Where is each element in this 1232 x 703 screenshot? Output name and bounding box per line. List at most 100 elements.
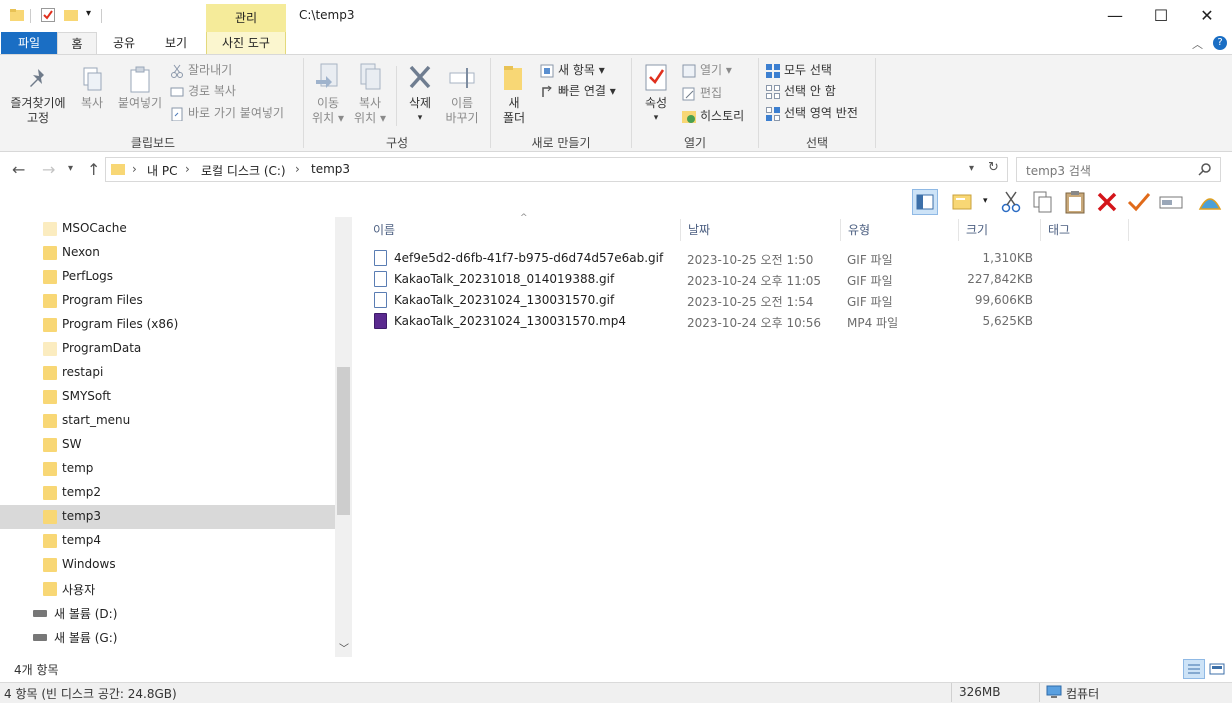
breadcrumb-separator-icon[interactable]: ›	[295, 162, 300, 176]
scroll-down-icon[interactable]: ﹀	[339, 640, 349, 655]
nav-item[interactable]: start_menu	[0, 409, 335, 433]
help-icon[interactable]: ?	[1213, 36, 1227, 50]
nav-item[interactable]: ProgramData	[0, 337, 335, 361]
copy-to-button[interactable]: 복사 위치 ▾	[350, 62, 390, 126]
details-view-icon[interactable]	[1183, 659, 1205, 679]
paste-button[interactable]: 붙여넣기	[113, 66, 167, 111]
forward-icon[interactable]: →	[42, 160, 55, 179]
large-icons-view-icon[interactable]	[1208, 660, 1226, 678]
column-separator[interactable]	[840, 219, 841, 241]
search-icon[interactable]	[1198, 162, 1212, 176]
rename-button[interactable]: 이름 바꾸기	[441, 62, 483, 126]
nav-item[interactable]: Nexon	[0, 241, 335, 265]
address-history-chevron-icon[interactable]: ▾	[969, 163, 974, 174]
rename-toolbar-icon[interactable]	[1158, 189, 1184, 215]
file-size: 1,310KB	[982, 251, 1033, 265]
nav-item[interactable]: Windows	[0, 553, 335, 577]
breadcrumb-separator-icon[interactable]: ›	[132, 162, 137, 176]
cut-toolbar-icon[interactable]	[998, 189, 1024, 215]
nav-item[interactable]: temp	[0, 457, 335, 481]
delete-toolbar-icon[interactable]	[1094, 189, 1120, 215]
minimize-button[interactable]: —	[1092, 0, 1138, 32]
nav-item-label: PerfLogs	[62, 269, 114, 283]
nav-item[interactable]: PerfLogs	[0, 265, 335, 289]
nav-item[interactable]: SMYSoft	[0, 385, 335, 409]
new-folder-button[interactable]: 새 폴더	[496, 62, 532, 126]
edit-button[interactable]: 편집	[682, 83, 722, 103]
nav-item[interactable]: restapi	[0, 361, 335, 385]
tab-home[interactable]: 홈	[57, 32, 97, 54]
file-row[interactable]: KakaoTalk_20231018_014019388.gif 2023-10-…	[370, 269, 1140, 290]
up-icon[interactable]: ↑	[87, 160, 100, 179]
view-options-chevron-icon[interactable]: ▾	[983, 196, 988, 206]
nav-scrollbar-thumb[interactable]	[337, 367, 350, 515]
file-row[interactable]: KakaoTalk_20231024_130031570.gif 2023-10-…	[370, 290, 1140, 311]
properties-toolbar-icon[interactable]	[1126, 189, 1152, 215]
properties-chevron-icon[interactable]: ▾	[637, 111, 675, 126]
tab-file[interactable]: 파일	[1, 32, 57, 54]
nav-item[interactable]: 새 볼륨 (D:)	[0, 601, 335, 625]
column-separator[interactable]	[1128, 219, 1129, 241]
nav-item[interactable]: Program Files (x86)	[0, 313, 335, 337]
nav-item[interactable]: temp4	[0, 529, 335, 553]
copy-path-button[interactable]: 경로 복사	[170, 81, 236, 101]
column-header-type[interactable]: 유형	[848, 217, 870, 243]
column-separator[interactable]	[958, 219, 959, 241]
title-bar	[0, 0, 1232, 32]
open-button[interactable]: 열기 ▾	[682, 60, 732, 80]
preview-pane-icon[interactable]	[912, 189, 938, 215]
breadcrumb-separator-icon[interactable]: ›	[185, 162, 190, 176]
delete-chevron-icon[interactable]: ▾	[402, 111, 438, 126]
back-icon[interactable]: ←	[12, 160, 25, 179]
column-header-date[interactable]: 날짜	[688, 217, 710, 243]
copy-toolbar-icon[interactable]	[1030, 189, 1056, 215]
breadcrumb-local-disk[interactable]: 로컬 디스크 (C:)	[201, 162, 286, 179]
nav-item[interactable]: temp3	[0, 505, 335, 529]
breadcrumb-temp3[interactable]: temp3	[311, 162, 350, 176]
properties-qa-icon[interactable]	[41, 8, 55, 22]
column-header-name[interactable]: 이름	[373, 217, 395, 243]
recent-locations-chevron-icon[interactable]: ▾	[68, 163, 73, 174]
invert-selection-button[interactable]: 선택 영역 반전	[766, 103, 858, 123]
history-button[interactable]: 히스토리	[682, 106, 744, 126]
paste-toolbar-icon[interactable]	[1062, 189, 1088, 215]
column-separator[interactable]	[1040, 219, 1041, 241]
column-header-size[interactable]: 크기	[966, 217, 988, 243]
customize-qa-chevron-icon[interactable]: ▾	[86, 8, 91, 19]
nav-item[interactable]: 새 볼륨 (G:)	[0, 625, 335, 649]
close-button[interactable]: ✕	[1184, 0, 1230, 32]
tab-view[interactable]: 보기	[156, 32, 196, 54]
new-folder-qa-icon[interactable]	[64, 8, 78, 22]
breadcrumb-this-pc[interactable]: 내 PC	[147, 162, 177, 179]
easy-access-button[interactable]: 빠른 연결 ▾	[540, 81, 616, 101]
pin-to-quick-access-button[interactable]: 즐겨찾기에 고정	[5, 66, 71, 126]
delete-button[interactable]: 삭제 ▾	[402, 62, 438, 126]
nav-item[interactable]: Program Files	[0, 289, 335, 313]
open-icon	[682, 64, 696, 78]
nav-item[interactable]: MSOCache	[0, 217, 335, 241]
column-separator[interactable]	[680, 219, 681, 241]
paste-shortcut-button[interactable]: 바로 가기 붙여넣기	[170, 103, 284, 123]
nav-item[interactable]: temp2	[0, 481, 335, 505]
new-item-button[interactable]: 새 항목 ▾	[540, 60, 605, 80]
copy-button[interactable]: 복사	[74, 66, 110, 111]
file-row[interactable]: KakaoTalk_20231024_130031570.mp4 2023-10-…	[370, 311, 1140, 332]
tab-picture-tools[interactable]: 사진 도구	[206, 32, 286, 54]
tab-share[interactable]: 공유	[104, 32, 144, 54]
refresh-icon[interactable]: ↻	[988, 160, 999, 175]
collapse-ribbon-icon[interactable]: ︿	[1192, 36, 1203, 52]
nav-item[interactable]: 사용자	[0, 577, 335, 601]
view-options-icon[interactable]	[950, 189, 976, 215]
drive-icon	[33, 634, 47, 641]
navigation-pane: MSOCache Nexon PerfLogs Program Files Progra…	[0, 217, 352, 657]
shell-icon[interactable]	[1197, 189, 1223, 215]
cut-button[interactable]: 잘라내기	[170, 60, 232, 80]
select-none-button[interactable]: 선택 안 함	[766, 81, 836, 101]
file-row[interactable]: 4ef9e5d2-d6fb-41f7-b975-d6d74d57e6ab.gif…	[370, 248, 1140, 269]
nav-item[interactable]: SW	[0, 433, 335, 457]
column-header-tags[interactable]: 태그	[1048, 217, 1070, 243]
move-to-button[interactable]: 이동 위치 ▾	[308, 62, 348, 126]
properties-button[interactable]: 속성 ▾	[637, 62, 675, 126]
select-all-button[interactable]: 모두 선택	[766, 60, 832, 80]
maximize-button[interactable]: ☐	[1138, 0, 1184, 32]
